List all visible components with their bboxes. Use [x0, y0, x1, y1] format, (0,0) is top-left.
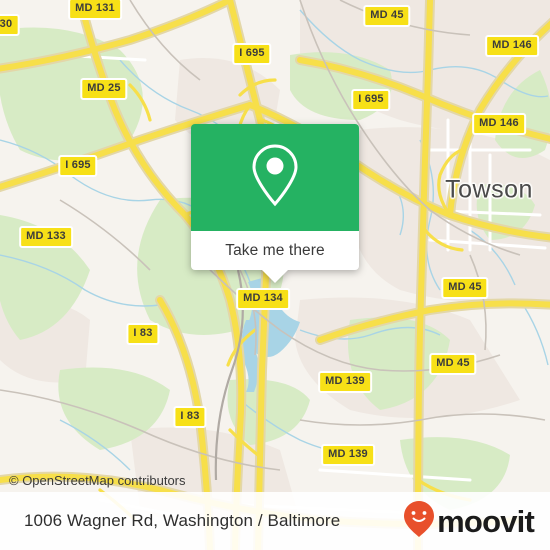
road-shield[interactable]: MD 146 — [485, 35, 539, 57]
road-shield[interactable]: MD 139 — [321, 444, 375, 466]
map-pin-icon — [248, 142, 302, 213]
road-shield[interactable]: MD 131 — [68, 0, 122, 20]
road-shield[interactable]: I 83 — [126, 323, 160, 345]
road-shield[interactable]: I 83 — [173, 406, 207, 428]
road-shield[interactable]: MD 134 — [236, 288, 290, 310]
road-shield[interactable]: MD 146 — [472, 113, 526, 135]
road-shield[interactable]: 30 — [0, 14, 20, 36]
road-shield[interactable]: MD 133 — [19, 226, 73, 248]
map-attribution[interactable]: © OpenStreetMap contributors — [9, 473, 186, 488]
location-popup[interactable]: Take me there — [191, 124, 359, 283]
popup-header — [191, 124, 359, 231]
popup-pointer-tail — [261, 269, 289, 283]
popup-footer[interactable]: Take me there — [191, 231, 359, 283]
road-shield[interactable]: MD 45 — [363, 5, 411, 27]
place-label-towson: Towson — [445, 175, 533, 204]
moovit-pin-icon — [403, 500, 435, 543]
address-label: 1006 Wagner Rd, Washington / Baltimore — [24, 511, 341, 530]
moovit-wordmark: moovit — [437, 503, 535, 539]
moovit-logo[interactable]: moovit — [403, 500, 535, 543]
road-shield[interactable]: I 695 — [232, 43, 272, 65]
footer-bar: 1006 Wagner Rd, Washington / Baltimore m… — [0, 492, 550, 550]
road-shield[interactable]: MD 25 — [80, 78, 128, 100]
road-shield[interactable]: MD 139 — [318, 371, 372, 393]
road-shield[interactable]: I 695 — [58, 155, 98, 177]
map-screenshot: Towson MD 131 30 MD 45 MD 146 I 695 I 69… — [0, 0, 550, 550]
road-shield[interactable]: MD 45 — [429, 353, 477, 375]
take-me-there-button[interactable]: Take me there — [225, 242, 325, 260]
road-shield[interactable]: MD 45 — [441, 277, 489, 299]
road-shield[interactable]: I 695 — [351, 89, 391, 111]
